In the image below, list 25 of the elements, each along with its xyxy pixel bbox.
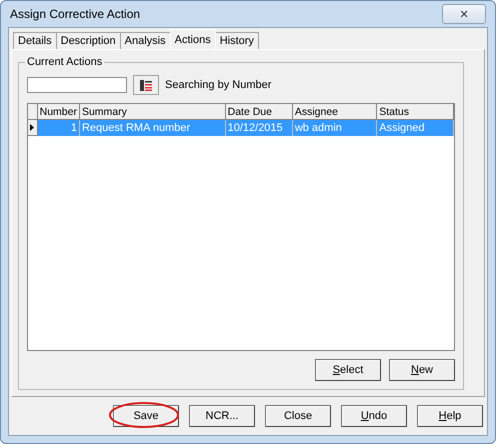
- dialog-button[interactable]: Close: [265, 405, 331, 427]
- tab[interactable]: Details: [13, 32, 57, 49]
- panel-button[interactable]: Select: [315, 359, 381, 381]
- search-status: Searching by Number: [165, 79, 272, 91]
- dialog-button[interactable]: Help: [417, 405, 483, 427]
- dialog-button[interactable]: NCR...: [189, 405, 255, 427]
- column-header[interactable]: Date Due: [226, 104, 293, 120]
- tab[interactable]: Actions: [170, 29, 216, 49]
- search-field[interactable]: [27, 77, 127, 93]
- column-header[interactable]: Status: [377, 104, 454, 120]
- column-header[interactable]: Assignee: [292, 104, 378, 120]
- highlight-ellipse: [109, 402, 179, 428]
- group-title: Current Actions: [25, 56, 104, 68]
- search-options-button[interactable]: [133, 75, 159, 95]
- dialog-button[interactable]: Undo: [341, 405, 407, 427]
- column-header[interactable]: Summary: [80, 104, 226, 120]
- row-selector[interactable]: [28, 120, 38, 136]
- tab[interactable]: Description: [56, 32, 121, 49]
- panel-button[interactable]: New: [389, 359, 455, 381]
- tab[interactable]: History: [214, 32, 259, 49]
- close-button[interactable]: ✕: [442, 4, 486, 24]
- list-icon: [140, 80, 152, 90]
- tab[interactable]: Analysis: [120, 32, 171, 49]
- window-title: Assign Corrective Action: [9, 7, 140, 21]
- column-header[interactable]: Number: [38, 104, 80, 120]
